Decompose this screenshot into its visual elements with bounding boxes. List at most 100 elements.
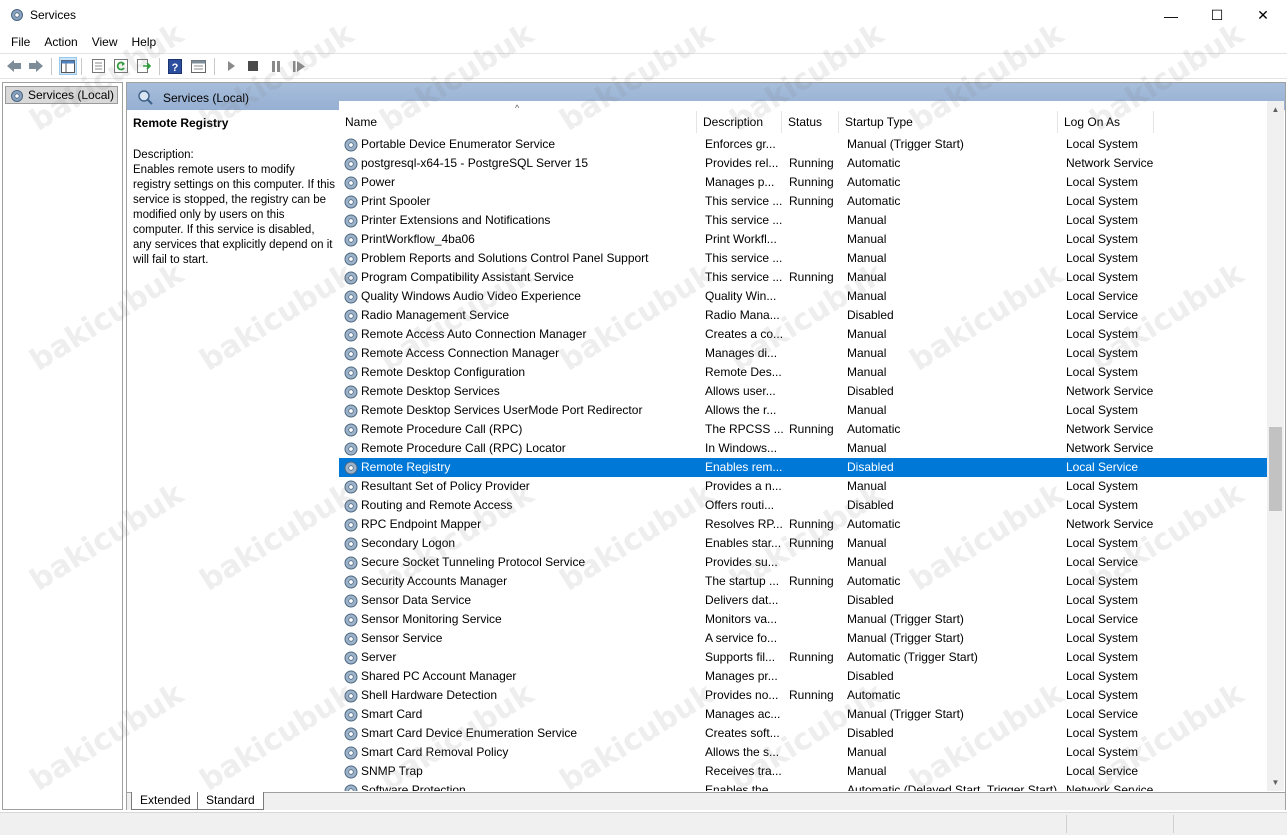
table-row[interactable]: Print Spooler This service ... Running Auto…	[339, 192, 1267, 211]
menu-action[interactable]: Action	[37, 32, 84, 52]
toolbar: ?	[0, 53, 1287, 79]
table-row[interactable]: Smart Card Manages ac... Manual (Trigger S…	[339, 705, 1267, 724]
service-log-on-as: Local System	[1066, 593, 1139, 607]
table-row[interactable]: Secure Socket Tunneling Protocol Service…	[339, 553, 1267, 572]
table-row[interactable]: Remote Procedure Call (RPC) The RPCSS ...…	[339, 420, 1267, 439]
table-row[interactable]: Sensor Monitoring Service Monitors va... M…	[339, 610, 1267, 629]
table-row[interactable]: Sensor Data Service Delivers dat... Disabl…	[339, 591, 1267, 610]
table-row[interactable]: Remote Desktop Services UserMode Port Re…	[339, 401, 1267, 420]
table-row[interactable]: Resultant Set of Policy Provider Provides…	[339, 477, 1267, 496]
table-row[interactable]: postgresql-x64-15 - PostgreSQL Server 15…	[339, 154, 1267, 173]
refresh-icon[interactable]	[112, 57, 130, 75]
tree-item-services-local[interactable]: Services (Local)	[5, 86, 119, 104]
service-name: Quality Windows Audio Video Experience	[361, 289, 581, 303]
tab-standard[interactable]: Standard	[197, 792, 264, 810]
forward-arrow-icon[interactable]	[27, 57, 45, 75]
service-gear-icon	[344, 613, 358, 627]
table-row[interactable]: Server Supports fil... Running Automatic (T…	[339, 648, 1267, 667]
service-log-on-as: Local System	[1066, 365, 1139, 379]
service-startup-type: Automatic	[847, 422, 901, 436]
service-description: Remote Des...	[705, 365, 782, 379]
column-header-status[interactable]: Status	[782, 111, 839, 133]
table-row[interactable]: Shared PC Account Manager Manages pr... Di…	[339, 667, 1267, 686]
table-row[interactable]: Remote Desktop Configuration Remote Des..…	[339, 363, 1267, 382]
menu-view[interactable]: View	[85, 32, 125, 52]
status-bar-divider	[1066, 815, 1067, 833]
panel-header-title: Services (Local)	[163, 91, 250, 105]
service-log-on-as: Network Service	[1066, 156, 1154, 170]
service-log-on-as: Local Service	[1066, 707, 1139, 721]
service-gear-icon	[344, 366, 358, 380]
service-startup-type: Manual	[847, 270, 887, 284]
table-row[interactable]: Power Manages p... Running Automatic Local S…	[339, 173, 1267, 192]
description-text: Enables remote users to modify registry …	[133, 164, 335, 266]
description-pane: Remote Registry Description: Enables rem…	[133, 116, 335, 268]
table-row[interactable]: Remote Access Connection Manager Manages …	[339, 344, 1267, 363]
service-description: Enables the ...	[705, 783, 782, 791]
table-row[interactable]: Security Accounts Manager The startup ...…	[339, 572, 1267, 591]
service-gear-icon	[344, 651, 358, 665]
table-row[interactable]: Remote Access Auto Connection Manager Cre…	[339, 325, 1267, 344]
minimize-button[interactable]: —	[1148, 0, 1194, 31]
close-button[interactable]: ✕	[1240, 0, 1286, 31]
rows-container: Portable Device Enumerator Service Enforc…	[339, 135, 1267, 791]
table-row[interactable]: Shell Hardware Detection Provides no... Ru…	[339, 686, 1267, 705]
service-name: Resultant Set of Policy Provider	[361, 479, 530, 493]
service-name: Shared PC Account Manager	[361, 669, 517, 683]
table-row[interactable]: Secondary Logon Enables star... Running Man…	[339, 534, 1267, 553]
table-row[interactable]: Remote Registry Enables rem... Disabled Loc…	[339, 458, 1267, 477]
table-row[interactable]: Radio Management Service Radio Mana... Dis…	[339, 306, 1267, 325]
table-row[interactable]: SNMP Trap Receives tra... Manual Local Serv…	[339, 762, 1267, 781]
tab-extended[interactable]: Extended	[131, 792, 200, 810]
table-row[interactable]: RPC Endpoint Mapper Resolves RP... Running…	[339, 515, 1267, 534]
table-row[interactable]: Printer Extensions and Notifications This…	[339, 211, 1267, 230]
service-log-on-as: Local System	[1066, 232, 1139, 246]
column-header-name[interactable]: Name	[339, 111, 697, 133]
service-name: Smart Card Removal Policy	[361, 745, 509, 759]
view-icon[interactable]	[189, 57, 207, 75]
service-description: Resolves RP...	[705, 517, 783, 531]
service-description: The RPCSS ...	[705, 422, 783, 436]
menu-help[interactable]: Help	[125, 32, 164, 52]
console-tree-icon[interactable]	[59, 57, 77, 75]
table-row[interactable]: Routing and Remote Access Offers routi...…	[339, 496, 1267, 515]
service-log-on-as: Local System	[1066, 479, 1139, 493]
maximize-button[interactable]: ☐	[1194, 0, 1240, 31]
help-icon[interactable]: ?	[166, 57, 184, 75]
back-arrow-icon[interactable]	[5, 57, 23, 75]
service-name: Sensor Data Service	[361, 593, 472, 607]
column-header-startup-type[interactable]: Startup Type	[839, 111, 1058, 133]
pause-icon[interactable]	[267, 57, 285, 75]
service-log-on-as: Local System	[1066, 669, 1139, 683]
status-bar-divider	[1173, 815, 1174, 833]
table-row[interactable]: Quality Windows Audio Video Experience Qu…	[339, 287, 1267, 306]
play-icon[interactable]	[222, 57, 240, 75]
export-list-icon[interactable]	[135, 57, 153, 75]
table-row[interactable]: Smart Card Device Enumeration Service Cre…	[339, 724, 1267, 743]
vertical-scrollbar[interactable]: ▲ ▼	[1267, 101, 1284, 791]
stop-icon[interactable]	[244, 57, 262, 75]
table-row[interactable]: Program Compatibility Assistant Service T…	[339, 268, 1267, 287]
service-status: Running	[789, 517, 834, 531]
scroll-up-icon[interactable]: ▲	[1267, 101, 1284, 118]
table-row[interactable]: Portable Device Enumerator Service Enforc…	[339, 135, 1267, 154]
table-row[interactable]: Problem Reports and Solutions Control Pa…	[339, 249, 1267, 268]
table-row[interactable]: Smart Card Removal Policy Allows the s...…	[339, 743, 1267, 762]
menu-file[interactable]: File	[4, 32, 37, 52]
scroll-thumb[interactable]	[1269, 427, 1282, 511]
table-row[interactable]: Sensor Service A service fo... Manual (Tri…	[339, 629, 1267, 648]
restart-icon[interactable]	[290, 57, 308, 75]
table-row[interactable]: PrintWorkflow_4ba06 Print Workfl... Manual…	[339, 230, 1267, 249]
column-header-log-on-as[interactable]: Log On As	[1058, 111, 1154, 133]
scroll-down-icon[interactable]: ▼	[1267, 774, 1284, 791]
table-row[interactable]: Software Protection Enables the ... Automa…	[339, 781, 1267, 791]
service-name: Secure Socket Tunneling Protocol Service	[361, 555, 586, 569]
column-header-description[interactable]: Description	[697, 111, 782, 133]
table-row[interactable]: Remote Procedure Call (RPC) Locator In Wi…	[339, 439, 1267, 458]
properties-icon[interactable]	[89, 57, 107, 75]
table-row[interactable]: Remote Desktop Services Allows user... Dis…	[339, 382, 1267, 401]
service-log-on-as: Network Service	[1066, 384, 1154, 398]
service-name: RPC Endpoint Mapper	[361, 517, 482, 531]
service-startup-type: Disabled	[847, 498, 894, 512]
service-log-on-as: Local System	[1066, 346, 1139, 360]
